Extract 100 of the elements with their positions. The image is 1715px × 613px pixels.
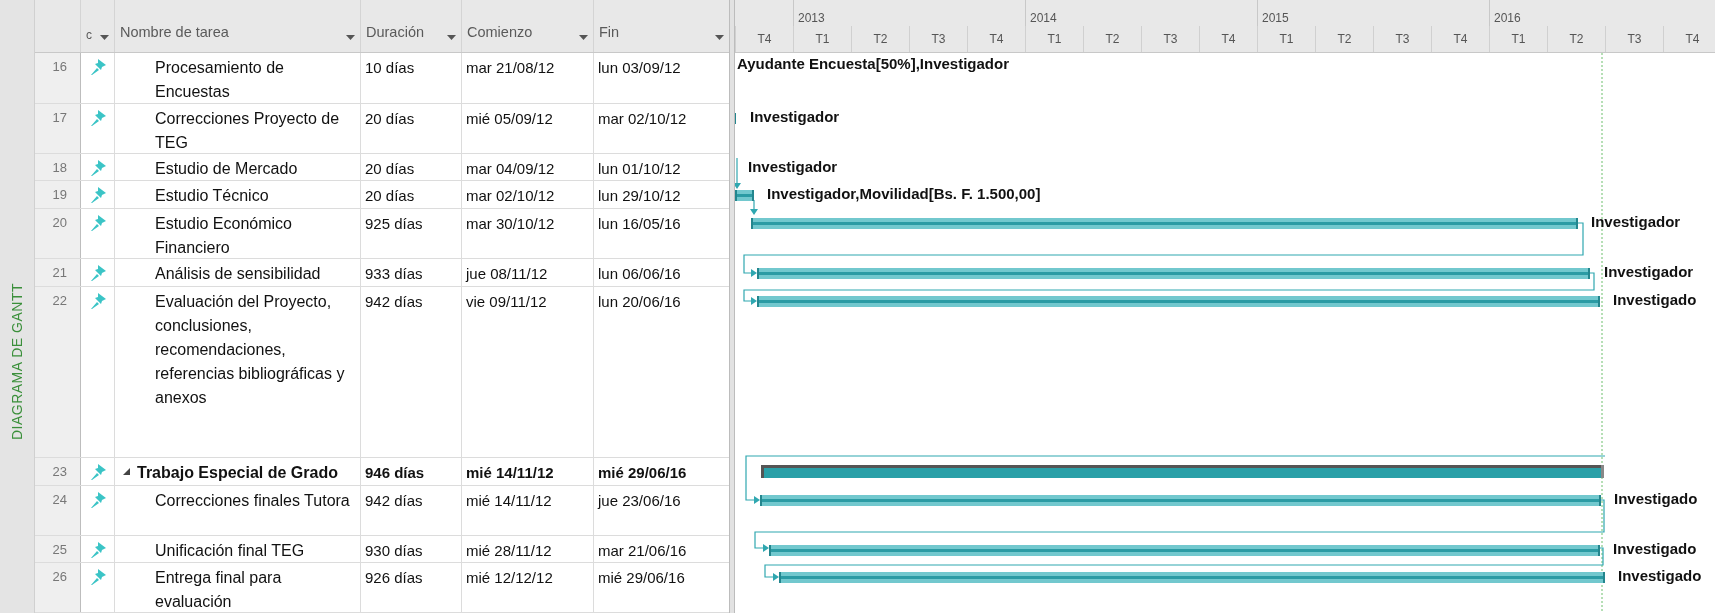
quarter-label: T4 — [1453, 31, 1468, 48]
task-bar[interactable] — [760, 495, 1601, 506]
row-number: 22 — [35, 287, 80, 457]
task-name: Evaluación del Proyecto, conclusiones, recomendaciones, referencias bibliográficas y anexos — [155, 292, 346, 408]
resource-label: Ayudante Encuesta[50%],Investigador — [737, 54, 1009, 72]
task-name: Correcciones Proyecto de TEG — [155, 109, 341, 153]
quarter-label: T4 — [1685, 31, 1700, 48]
duration-cell: 930 días — [365, 542, 423, 559]
resource-label: Investigado — [1618, 566, 1702, 584]
row-number: 20 — [35, 209, 80, 258]
task-name: Estudio Económico Financiero — [155, 214, 293, 258]
quarter-label: T3 — [1627, 31, 1642, 48]
dependency-arrow — [750, 199, 758, 215]
task-name: Procesamiento de Encuestas — [155, 58, 285, 102]
start-date-cell: mié 05/09/12 — [466, 110, 553, 127]
duration-cell: 20 días — [365, 160, 415, 177]
resource-label: Investigador — [750, 107, 840, 125]
duration-cell: 10 días — [365, 59, 415, 76]
duration-cell: 20 días — [365, 187, 415, 204]
dropdown-caret-icon[interactable] — [579, 35, 588, 41]
task-name: Estudio Técnico — [155, 186, 269, 206]
task-name: Análisis de sensibilidad — [155, 264, 321, 284]
task-bar[interactable] — [751, 218, 1578, 229]
duration-cell: 942 días — [365, 293, 423, 310]
row-number: 19 — [35, 181, 80, 208]
column-header[interactable]: Comienzo — [461, 0, 593, 52]
start-date-cell: mar 02/10/12 — [466, 187, 555, 204]
finish-date-cell: lun 06/06/16 — [598, 265, 681, 282]
quarter-label: T2 — [1337, 31, 1352, 48]
dropdown-caret-icon[interactable] — [447, 35, 456, 41]
column-header[interactable]: Nombre de tarea — [114, 0, 360, 52]
finish-date-cell: jue 23/06/16 — [598, 492, 681, 509]
duration-cell: 926 días — [365, 569, 423, 586]
dependency-arrow — [735, 157, 741, 189]
duration-cell: 925 días — [365, 215, 423, 232]
finish-date-cell: lun 03/09/12 — [598, 59, 681, 76]
duration-cell: 20 días — [365, 110, 415, 127]
task-bar[interactable] — [757, 296, 1600, 307]
start-date-cell: vie 09/11/12 — [466, 293, 547, 310]
resource-label: Investigador,Movilidad[Bs. F. 1.500,00] — [767, 184, 1041, 202]
resource-label: Investigador — [748, 157, 838, 175]
duration-cell: 946 días — [365, 464, 425, 481]
start-date-cell: mié 14/11/12 — [466, 492, 552, 509]
year-label: 2013 — [798, 11, 825, 25]
start-date-cell: mié 28/11/12 — [466, 542, 552, 559]
finish-date-cell: lun 16/05/16 — [598, 215, 681, 232]
task-bar[interactable] — [769, 545, 1600, 556]
start-date-cell: mié 12/12/12 — [466, 569, 553, 586]
task-name: Entrega final para evaluación — [155, 568, 283, 612]
resource-label: Investigador — [1591, 212, 1681, 230]
row-number: 26 — [35, 563, 80, 612]
resource-label: Investigado — [1613, 290, 1697, 308]
row-number: 24 — [35, 486, 80, 535]
collapse-triangle-icon[interactable] — [123, 468, 130, 475]
quarter-label: T1 — [1511, 31, 1526, 48]
finish-date-cell: lun 29/10/12 — [598, 187, 681, 204]
duration-cell: 933 días — [365, 265, 423, 282]
quarter-label: T1 — [1279, 31, 1294, 48]
duration-cell: 942 días — [365, 492, 423, 509]
quarter-label: T4 — [1221, 31, 1236, 48]
dropdown-caret-icon[interactable] — [715, 35, 724, 41]
start-date-cell: jue 08/11/12 — [466, 265, 548, 282]
task-name: Correcciones finales Tutora — [155, 491, 350, 511]
start-date-cell: mar 21/08/12 — [466, 59, 555, 76]
quarter-label: T1 — [1047, 31, 1062, 48]
start-date-cell: mar 04/09/12 — [466, 160, 555, 177]
dropdown-caret-icon[interactable] — [100, 35, 109, 41]
task-name: Unificación final TEG — [155, 541, 305, 561]
start-date-cell: mar 30/10/12 — [466, 215, 555, 232]
finish-date-cell: mié 29/06/16 — [598, 464, 687, 481]
row-number: 16 — [35, 53, 80, 103]
start-date-cell: mié 14/11/12 — [466, 464, 554, 481]
year-label: 2014 — [1030, 11, 1057, 25]
row-number: 18 — [35, 154, 80, 180]
row-number: 21 — [35, 259, 80, 286]
task-name: Estudio de Mercado — [155, 159, 298, 179]
finish-date-cell: mié 29/06/16 — [598, 569, 685, 586]
quarter-label: T1 — [815, 31, 830, 48]
quarter-label: T3 — [1395, 31, 1410, 48]
column-header[interactable]: c — [80, 0, 114, 52]
resource-label: Investigado — [1613, 539, 1697, 557]
resource-label: Investigado — [1614, 489, 1698, 507]
finish-date-cell: mar 02/10/12 — [598, 110, 687, 127]
row-number: 25 — [35, 536, 80, 562]
dropdown-caret-icon[interactable] — [346, 35, 355, 41]
column-header[interactable]: Duración — [360, 0, 461, 52]
quarter-label: T4 — [757, 31, 772, 48]
task-bar[interactable] — [779, 572, 1605, 583]
task-bar[interactable] — [735, 190, 754, 201]
quarter-label: T4 — [989, 31, 1004, 48]
quarter-label: T2 — [873, 31, 888, 48]
resource-label: Investigador — [1604, 262, 1694, 280]
year-label: 2015 — [1262, 11, 1289, 25]
row-number: 17 — [35, 104, 80, 153]
row-number: 23 — [35, 458, 80, 485]
quarter-label: T2 — [1105, 31, 1120, 48]
finish-date-cell: mar 21/06/16 — [598, 542, 687, 559]
summary-bar[interactable] — [761, 465, 1604, 478]
quarter-label: T3 — [1163, 31, 1178, 48]
task-bar[interactable] — [757, 268, 1590, 279]
